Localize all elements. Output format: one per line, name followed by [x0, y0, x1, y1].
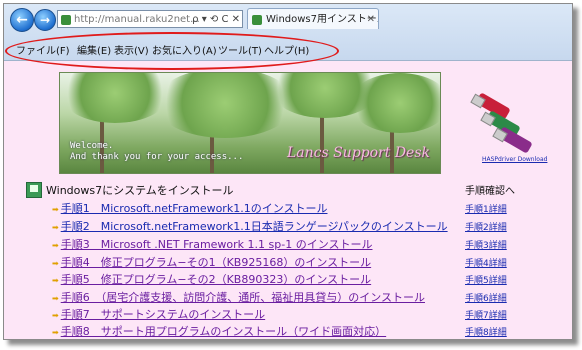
step-link[interactable]: 手順8 サポート用プログラムのインストール（ワイド画面対応）	[61, 325, 386, 338]
welcome-line2: And thank you for your access...	[70, 152, 244, 162]
tab-close-icon[interactable]: ✕	[367, 9, 375, 29]
list-item: ➡ 手順7 サポートシステムのインストール	[52, 306, 265, 322]
arrow-bullet-icon: ➡	[52, 276, 59, 285]
floppy-disk-icon	[26, 182, 42, 198]
arrow-bullet-icon: ➡	[52, 311, 59, 320]
step-detail-link[interactable]: 手順3詳細	[465, 241, 507, 251]
address-bar-controls[interactable]: ρ ▾ ⟲ C ✕	[192, 11, 240, 27]
detail-link-item: 手順7詳細	[465, 308, 507, 321]
forward-button[interactable]: →	[34, 9, 56, 31]
arrow-bullet-icon: ➡	[52, 241, 59, 250]
usb-keys-image[interactable]	[470, 82, 534, 154]
highlight-ellipse	[5, 32, 339, 70]
list-item: ➡ 手順4 修正プログラム−その1（KB925168）のインストール	[52, 254, 371, 270]
tree-foliage	[350, 73, 440, 133]
list-item: ➡ 手順5 修正プログラム−その2（KB890323）のインストール	[52, 271, 371, 287]
back-arrow-icon: ←	[16, 12, 28, 28]
arrow-bullet-icon: ➡	[52, 328, 59, 337]
step-detail-link[interactable]: 手順6詳細	[465, 294, 507, 304]
step-link[interactable]: 手順2 Microsoft.netFramework1.1日本語ランゲージパック…	[61, 220, 448, 233]
section-title: Windows7にシステムをインストール	[46, 184, 234, 197]
back-button[interactable]: ←	[10, 8, 34, 32]
welcome-line1: Welcome.	[70, 141, 114, 151]
step-detail-link[interactable]: 手順8詳細	[465, 328, 507, 338]
step-detail-link[interactable]: 手順4詳細	[465, 259, 507, 269]
list-item: ➡ 手順1 Microsoft.netFramework1.1のインストール	[52, 200, 327, 216]
list-item: ➡ 手順2 Microsoft.netFramework1.1日本語ランゲージパッ…	[52, 218, 448, 234]
side-title: 手順確認へ	[465, 186, 515, 197]
welcome-text: Welcome. And thank you for your access..…	[70, 141, 243, 163]
detail-link-item: 手順1詳細	[465, 202, 507, 215]
step-link[interactable]: 手順3 Microsoft .NET Framework 1.1 sp-1 のイ…	[61, 238, 373, 251]
tab-active[interactable]: Windows7用インストール... ✕	[247, 8, 379, 29]
list-item: ➡ 手順6 （居宅介護支援、訪問介護、通所、福祉用具貸与）のインストール	[52, 289, 425, 305]
step-link[interactable]: 手順5 修正プログラム−その2（KB890323）のインストール	[61, 273, 371, 286]
detail-link-item: 手順3詳細	[465, 238, 507, 251]
arrow-bullet-icon: ➡	[52, 223, 59, 232]
step-link[interactable]: 手順6 （居宅介護支援、訪問介護、通所、福祉用具貸与）のインストール	[61, 291, 425, 304]
detail-link-item: 手順8詳細	[465, 325, 507, 338]
tree-foliage	[60, 73, 170, 123]
hasp-download-link[interactable]: HASPdriver Download	[482, 156, 547, 163]
step-detail-link[interactable]: 手順7詳細	[465, 311, 507, 321]
list-item: ➡ 手順3 Microsoft .NET Framework 1.1 sp-1 の…	[52, 236, 372, 252]
step-detail-link[interactable]: 手順2詳細	[465, 223, 507, 233]
list-item: ➡ 手順8 サポート用プログラムのインストール（ワイド画面対応）	[52, 323, 386, 339]
detail-link-item: 手順4詳細	[465, 256, 507, 269]
step-link[interactable]: 手順7 サポートシステムのインストール	[61, 308, 265, 321]
page-favicon-icon	[61, 15, 71, 25]
support-desk-logo: Lancs Support Desk	[286, 145, 430, 161]
arrow-bullet-icon: ➡	[52, 259, 59, 268]
detail-link-item: 手順6詳細	[465, 291, 507, 304]
step-link[interactable]: 手順1 Microsoft.netFramework1.1のインストール	[61, 202, 328, 215]
forward-arrow-icon: →	[39, 13, 51, 27]
tab-title: Windows7用インストール...	[266, 14, 378, 25]
step-link[interactable]: 手順4 修正プログラム−その1（KB925168）のインストール	[61, 256, 371, 269]
banner-image: Welcome. And thank you for your access..…	[59, 72, 441, 174]
step-detail-link[interactable]: 手順1詳細	[465, 205, 507, 215]
address-bar[interactable]: http://manual.raku2net... ρ ▾ ⟲ C ✕	[57, 10, 243, 28]
arrow-bullet-icon: ➡	[52, 294, 59, 303]
address-url: http://manual.raku2net...	[74, 14, 200, 25]
detail-link-item: 手順5詳細	[465, 273, 507, 286]
step-detail-link[interactable]: 手順5詳細	[465, 276, 507, 286]
tab-favicon-icon	[252, 15, 262, 25]
browser-window: ← → http://manual.raku2net... ρ ▾ ⟲ C ✕ …	[3, 3, 573, 340]
detail-link-item: 手順2詳細	[465, 220, 507, 233]
arrow-bullet-icon: ➡	[52, 205, 59, 214]
